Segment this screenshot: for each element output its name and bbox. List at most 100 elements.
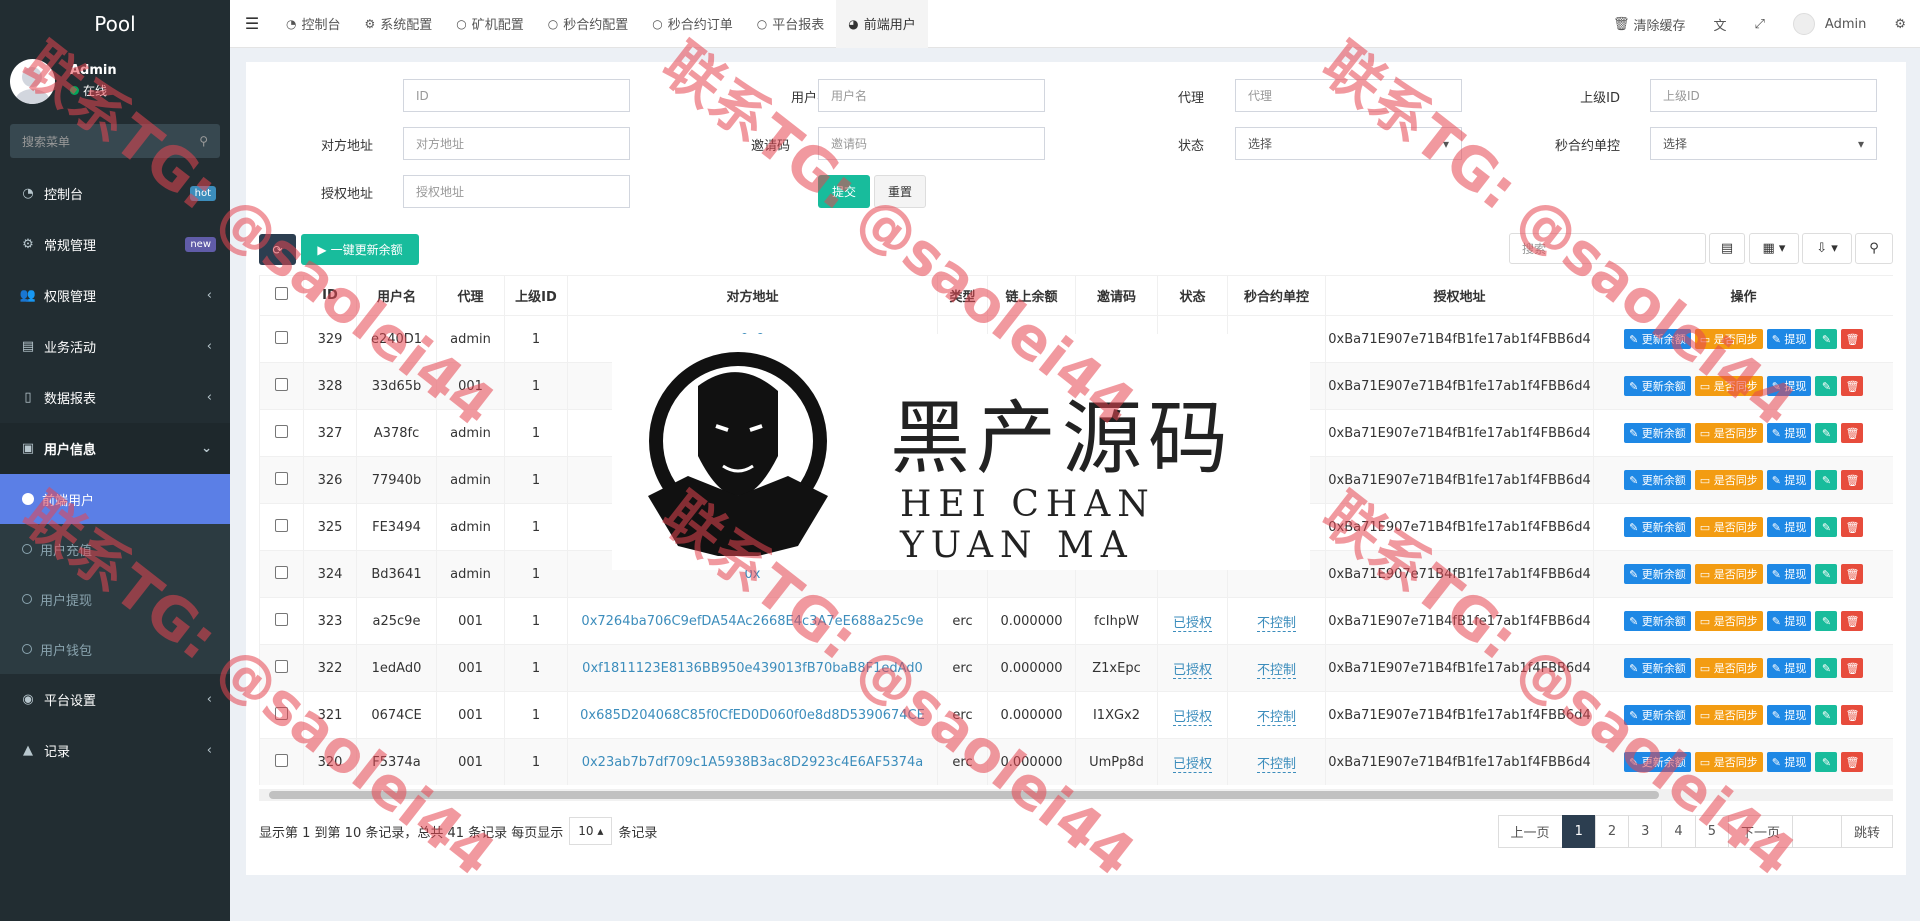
cell-contract-control-link[interactable]: 不控制 (1256, 756, 1296, 773)
column-header[interactable]: 代理 (436, 275, 505, 316)
jump-button[interactable]: 跳转 (1840, 815, 1893, 848)
refresh-button[interactable]: ⟳ (259, 234, 296, 265)
edit-row-button[interactable]: ✎ (1815, 423, 1838, 443)
cell-status-link[interactable]: 已授权 (1172, 662, 1212, 679)
agent-field[interactable]: 代理 (1235, 79, 1462, 112)
cell-contract-control[interactable]: 不控制 (1227, 597, 1326, 645)
delete-row-button[interactable]: 🗑 (1841, 611, 1864, 631)
withdraw-row-button[interactable]: ✎ 提现 (1766, 517, 1812, 537)
update-balance-button[interactable]: ▶ 一键更新余额 (301, 234, 419, 265)
sync-row-button[interactable]: ▭ 是否同步 (1694, 470, 1763, 490)
address-field[interactable]: 对方地址 (403, 127, 630, 160)
column-header[interactable]: 上级ID (504, 275, 568, 316)
parent-id-field[interactable]: 上级ID (1650, 79, 1877, 112)
withdraw-row-button[interactable]: ✎ 提现 (1766, 611, 1812, 631)
row-checkbox[interactable] (275, 706, 288, 720)
sync-row-button[interactable]: ▭ 是否同步 (1694, 611, 1763, 631)
cell-address[interactable]: 0x7264ba706C9efDA54Ac2668E4c3A7eE688a25c… (567, 597, 938, 645)
search-icon[interactable]: ⚲ (199, 134, 208, 148)
column-header[interactable]: 邀请码 (1075, 275, 1158, 316)
cell-status[interactable]: 已授权 (1157, 644, 1228, 692)
cell-status-link[interactable]: 已授权 (1172, 756, 1212, 773)
cell-contract-control-link[interactable]: 不控制 (1256, 662, 1296, 679)
update-balance-row-button[interactable]: ✎ 更新余额 (1624, 658, 1691, 678)
next-page-button[interactable]: 下一页 (1727, 815, 1793, 848)
delete-row-button[interactable]: 🗑 (1841, 752, 1864, 773)
cell-address[interactable]: 0xf1811123E8136BB950e439013fB70baB8F1edA… (567, 644, 938, 692)
sidebar-item-dashboard[interactable]: ◔ 控制台 hot (0, 168, 230, 219)
withdraw-row-button[interactable]: ✎ 提现 (1766, 329, 1812, 349)
edit-row-button[interactable]: ✎ (1815, 564, 1838, 584)
menu-toggle-icon[interactable]: ☰ (230, 14, 274, 33)
tab-miner-config[interactable]: ○ 矿机配置 (444, 0, 536, 48)
sidebar-item-general[interactable]: ⚙ 常规管理 new (0, 219, 230, 270)
withdraw-row-button[interactable]: ✎ 提现 (1766, 752, 1812, 773)
column-header[interactable]: 状态 (1157, 275, 1228, 316)
row-checkbox[interactable] (275, 612, 288, 626)
row-checkbox[interactable] (275, 330, 288, 344)
column-header[interactable]: 授权地址 (1325, 275, 1594, 316)
page-button[interactable]: 1 (1561, 815, 1596, 848)
page-button[interactable]: 3 (1628, 815, 1663, 848)
update-balance-row-button[interactable]: ✎ 更新余额 (1624, 705, 1691, 725)
cell-checkbox[interactable] (259, 644, 304, 692)
delete-row-button[interactable]: 🗑 (1841, 658, 1864, 678)
delete-row-button[interactable]: 🗑 (1841, 705, 1864, 725)
page-size-select[interactable]: 10 ▴ (569, 817, 613, 845)
auth-address-field[interactable]: 授权地址 (403, 175, 630, 208)
column-header[interactable]: 秒合约单控 (1227, 275, 1326, 316)
edit-row-button[interactable]: ✎ (1815, 705, 1838, 725)
sync-row-button[interactable]: ▭ 是否同步 (1694, 329, 1763, 349)
table-search-input[interactable]: 搜索 (1509, 233, 1706, 264)
withdraw-row-button[interactable]: ✎ 提现 (1766, 470, 1812, 490)
tab-platform-report[interactable]: ○ 平台报表 (745, 0, 837, 48)
tab-system-config[interactable]: ⚙ 系统配置 (353, 0, 445, 48)
column-header[interactable]: 链上余额 (987, 275, 1076, 316)
export-button[interactable]: ⇩ ▾ (1802, 233, 1852, 264)
edit-row-button[interactable]: ✎ (1815, 752, 1838, 773)
sync-row-button[interactable]: ▭ 是否同步 (1694, 564, 1763, 584)
cell-contract-control[interactable]: 不控制 (1227, 644, 1326, 692)
update-balance-row-button[interactable]: ✎ 更新余额 (1624, 564, 1691, 584)
row-checkbox[interactable] (275, 424, 288, 438)
brand-logo[interactable]: Pool (0, 0, 230, 48)
cell-checkbox[interactable] (259, 503, 304, 551)
sidebar-item-platform-settings[interactable]: ◉ 平台设置 ‹ (0, 674, 230, 725)
row-checkbox[interactable] (275, 565, 288, 579)
row-checkbox[interactable] (275, 518, 288, 532)
edit-row-button[interactable]: ✎ (1815, 658, 1838, 678)
username-field[interactable]: 用户名 (818, 79, 1045, 112)
page-button[interactable]: 2 (1594, 815, 1630, 848)
sidebar-item-permission[interactable]: 👥 权限管理 ‹ (0, 270, 230, 321)
column-header[interactable]: 用户名 (356, 275, 437, 316)
withdraw-row-button[interactable]: ✎ 提现 (1766, 658, 1812, 678)
cell-checkbox[interactable] (259, 315, 304, 363)
scrollbar-thumb[interactable] (269, 791, 1659, 799)
page-button[interactable]: 4 (1661, 815, 1696, 848)
sync-row-button[interactable]: ▭ 是否同步 (1694, 423, 1763, 443)
advanced-search-button[interactable]: ⚲ (1855, 233, 1893, 264)
contract-control-select[interactable]: 选择 ▾ (1650, 127, 1877, 160)
sidebar-subitem-recharge[interactable]: 用户充值 (0, 524, 230, 574)
cell-contract-control[interactable]: 不控制 (1227, 691, 1326, 739)
cell-contract-control[interactable]: 不控制 (1227, 738, 1326, 785)
id-field[interactable]: ID (403, 79, 630, 112)
sync-row-button[interactable]: ▭ 是否同步 (1694, 376, 1763, 396)
update-balance-row-button[interactable]: ✎ 更新余额 (1624, 517, 1691, 537)
delete-row-button[interactable]: 🗑 (1841, 423, 1864, 443)
row-checkbox[interactable] (275, 659, 288, 673)
settings-button[interactable]: ⚙ (1880, 17, 1920, 32)
update-balance-row-button[interactable]: ✎ 更新余额 (1624, 423, 1691, 443)
row-checkbox[interactable] (275, 471, 288, 485)
page-button[interactable]: 5 (1694, 815, 1729, 848)
status-select[interactable]: 选择 ▾ (1235, 127, 1462, 160)
edit-row-button[interactable]: ✎ (1815, 376, 1838, 396)
column-header[interactable]: ID (303, 275, 357, 316)
delete-row-button[interactable]: 🗑 (1841, 470, 1864, 490)
cell-checkbox[interactable] (259, 550, 304, 598)
edit-row-button[interactable]: ✎ (1815, 517, 1838, 537)
language-button[interactable]: 文 (1699, 15, 1740, 34)
sidebar-subitem-wallet[interactable]: 用户钱包 (0, 624, 230, 674)
cell-status[interactable]: 已授权 (1157, 597, 1228, 645)
delete-row-button[interactable]: 🗑 (1841, 564, 1864, 584)
